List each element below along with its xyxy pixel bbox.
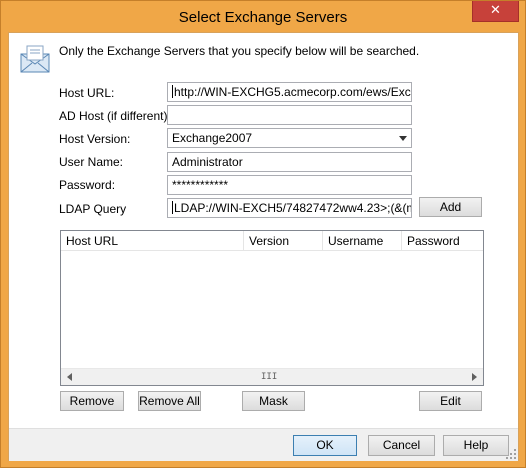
scroll-left-icon[interactable] — [67, 373, 72, 381]
scroll-right-icon[interactable] — [472, 373, 477, 381]
user-name-field[interactable]: Administrator — [167, 152, 412, 172]
text-caret — [172, 85, 173, 98]
password-field[interactable]: ************ — [167, 175, 412, 195]
ok-button[interactable]: OK — [293, 435, 357, 456]
text-caret — [172, 201, 173, 214]
password-label: Password: — [59, 178, 116, 192]
ad-host-field[interactable] — [167, 105, 412, 125]
host-url-label: Host URL: — [59, 86, 115, 100]
horizontal-scrollbar[interactable]: III — [61, 368, 483, 385]
close-icon: ✕ — [490, 3, 501, 18]
add-button[interactable]: Add — [419, 197, 482, 217]
edit-button[interactable]: Edit — [419, 391, 482, 411]
remove-button[interactable]: Remove — [60, 391, 124, 411]
column-username[interactable]: Username — [323, 231, 402, 251]
close-button[interactable]: ✕ — [472, 1, 519, 22]
host-version-value: Exchange2007 — [172, 131, 253, 145]
chevron-down-icon[interactable] — [399, 136, 407, 141]
host-version-select[interactable]: Exchange2007 — [167, 128, 412, 148]
title-bar[interactable]: Select Exchange Servers ✕ — [1, 1, 525, 33]
host-url-value: http://WIN-EXCHG5.acmecorp.com/ews/Excha… — [174, 85, 412, 99]
user-name-label: User Name: — [59, 155, 124, 169]
ldap-query-field[interactable]: LDAP://WIN-EXCH5/74827472ww4.23>;(&(mail… — [167, 198, 412, 218]
cancel-button[interactable]: Cancel — [368, 435, 435, 456]
mask-button[interactable]: Mask — [242, 391, 305, 411]
window-title: Select Exchange Servers — [178, 9, 348, 26]
envelope-icon — [20, 45, 50, 73]
resize-grip-icon[interactable] — [506, 449, 516, 459]
dialog-window: Select Exchange Servers ✕ Only the Excha… — [0, 0, 526, 468]
host-url-field[interactable]: http://WIN-EXCHG5.acmecorp.com/ews/Excha… — [167, 82, 412, 102]
password-value: ************ — [172, 178, 229, 192]
list-header: Host URL Version Username Password — [61, 231, 483, 251]
help-button[interactable]: Help — [443, 435, 509, 456]
column-password[interactable]: Password — [402, 231, 483, 251]
column-host-url[interactable]: Host URL — [61, 231, 244, 251]
host-version-label: Host Version: — [59, 132, 131, 146]
ad-host-label: AD Host (if different): — [59, 109, 171, 123]
remove-all-button[interactable]: Remove All — [138, 391, 201, 411]
scroll-thumb-grip[interactable]: III — [261, 372, 277, 382]
dialog-content: Only the Exchange Servers that you speci… — [8, 32, 519, 461]
ldap-query-label: LDAP Query — [59, 202, 127, 216]
servers-list[interactable]: Host URL Version Username Password III — [60, 230, 484, 386]
intro-text: Only the Exchange Servers that you speci… — [59, 44, 420, 58]
user-name-value: Administrator — [172, 155, 243, 169]
column-version[interactable]: Version — [244, 231, 323, 251]
dialog-footer: OK Cancel Help — [9, 428, 518, 461]
ldap-query-value: LDAP://WIN-EXCH5/74827472ww4.23>;(&(mail… — [174, 201, 412, 215]
